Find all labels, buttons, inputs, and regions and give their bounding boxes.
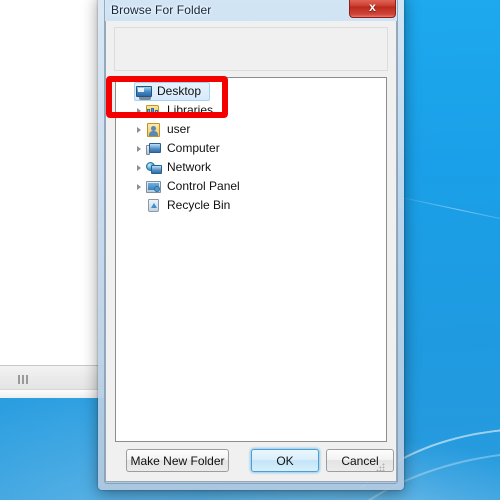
expander-icon[interactable] <box>132 101 146 120</box>
tree-item-label: user <box>167 122 191 136</box>
recycle-bin-icon <box>146 198 162 214</box>
tree-item-desktop[interactable]: Desktop <box>116 82 386 101</box>
expander-icon[interactable] <box>132 196 146 215</box>
dialog-titlebar[interactable]: Browse For Folder x <box>105 0 397 20</box>
dialog-client-area: Desktop Libraries user Computer Network … <box>105 21 397 482</box>
folder-tree[interactable]: Desktop Libraries user Computer Network … <box>115 77 387 442</box>
make-new-folder-button[interactable]: Make New Folder <box>126 449 229 472</box>
tree-item-label: Recycle Bin <box>167 198 231 212</box>
screen: Browse For Folder x Desktop Libraries us… <box>0 0 500 500</box>
browse-for-folder-dialog: Browse For Folder x Desktop Libraries us… <box>98 0 404 490</box>
tree-item-computer[interactable]: Computer <box>116 139 386 158</box>
close-button[interactable]: x <box>349 0 396 18</box>
resize-grip-icon[interactable] <box>376 463 385 472</box>
instruction-text <box>115 28 387 36</box>
network-icon <box>146 160 162 176</box>
tree-item-recycle-bin[interactable]: Recycle Bin <box>116 196 386 215</box>
expander-icon[interactable] <box>132 120 146 139</box>
tree-item-label: Computer <box>167 141 220 155</box>
computer-icon <box>146 141 162 157</box>
expander-icon[interactable] <box>132 139 146 158</box>
tree-item-label: Control Panel <box>167 179 240 193</box>
ok-button[interactable]: OK <box>251 449 319 472</box>
user-folder-icon <box>146 122 162 138</box>
tree-item-label: Libraries <box>167 103 214 117</box>
tree-item-user[interactable]: user <box>116 120 386 139</box>
tree-item-libraries[interactable]: Libraries <box>116 101 386 120</box>
tree-item-label: Desktop <box>157 84 202 98</box>
tree-item-network[interactable]: Network <box>116 158 386 177</box>
monitor-icon <box>136 84 152 100</box>
library-icon <box>146 103 162 119</box>
expander-icon[interactable] <box>132 177 146 196</box>
resize-grip-icon[interactable] <box>18 375 28 384</box>
control-panel-icon <box>146 179 162 195</box>
background-window-bottom-edge <box>0 389 106 398</box>
tree-item-label: Network <box>167 160 212 174</box>
close-icon: x <box>369 0 376 14</box>
background-window-statusbar <box>0 365 106 390</box>
tree-item-control-panel[interactable]: Control Panel <box>116 177 386 196</box>
expander-icon[interactable] <box>132 158 146 177</box>
dialog-button-row: Make New Folder OK Cancel <box>106 449 396 473</box>
wallpaper-streak <box>391 195 500 228</box>
background-window[interactable] <box>0 0 106 398</box>
instruction-panel <box>114 27 388 71</box>
dialog-title: Browse For Folder <box>111 3 212 17</box>
